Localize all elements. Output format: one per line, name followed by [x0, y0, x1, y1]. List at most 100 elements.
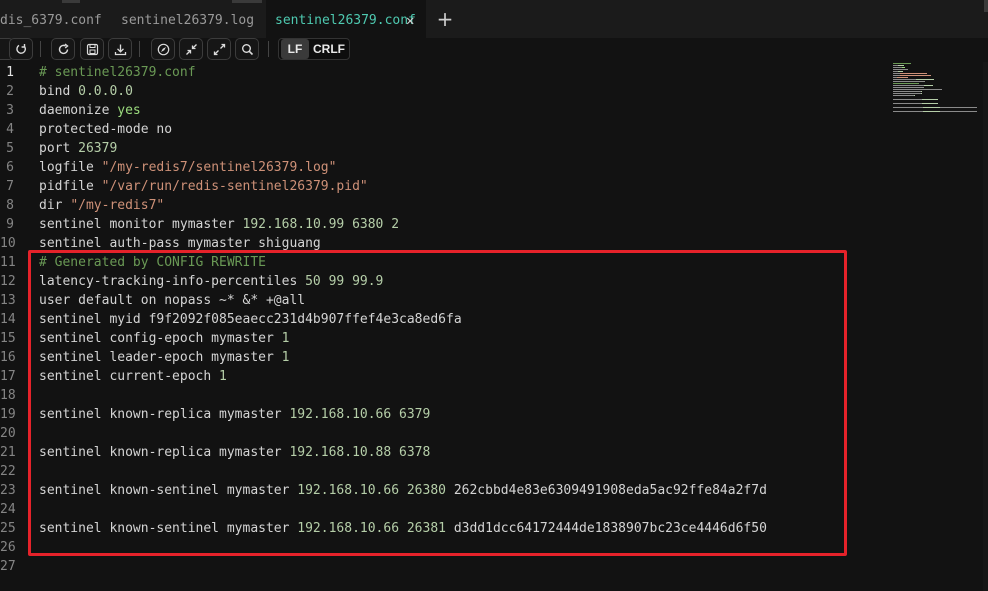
line-number: 6 [6, 160, 14, 175]
minimap-line [893, 85, 924, 86]
line-number: 5 [6, 141, 14, 156]
code-text: # sentinel26379.conf [39, 63, 196, 82]
minimap-line [902, 67, 905, 68]
code-line[interactable]: 1 # sentinel26379.conf [0, 63, 880, 82]
code-token: pidfile [39, 179, 102, 194]
minimap-line [893, 63, 911, 64]
vertical-scrollbar[interactable] [983, 62, 988, 591]
minimap-line [893, 107, 923, 108]
tab-redis-conf[interactable]: dis_6379.conf [0, 0, 102, 38]
tab-label: sentinel26379.conf [275, 13, 416, 28]
tab-scrollbar[interactable] [984, 0, 988, 12]
reload-button[interactable] [51, 38, 75, 60]
code-token: yes [117, 103, 141, 118]
toolbar-separator [40, 41, 41, 57]
tab-label: sentinel26379.log [121, 13, 255, 28]
code-token: 26379 [78, 141, 118, 156]
code-line[interactable]: 7 pidfile "/var/run/redis-sentinel26379.p… [0, 177, 880, 196]
line-number: 2 [6, 84, 14, 99]
minimap-line [900, 73, 927, 74]
tab-sentinel-conf[interactable]: sentinel26379.conf ✕ [266, 0, 426, 38]
line-number: 27 [0, 559, 16, 574]
redo-button[interactable] [9, 38, 33, 60]
minimap-line [893, 87, 924, 88]
tab-indicator [62, 0, 80, 3]
code-token: "/my-redis7" [70, 198, 165, 213]
code-token: 192.168.10.99 6380 2 [242, 217, 400, 232]
search-icon [242, 44, 254, 56]
code-token: sentinel auth-pass mymaster shiguang [39, 236, 321, 251]
code-text: logfile "/my-redis7/sentinel26379.log" [39, 158, 336, 177]
minimap-line [893, 91, 921, 92]
tab-bar: dis_6379.conf sentinel26379.log sentinel… [0, 0, 988, 38]
minimap-line [921, 91, 922, 92]
code-line[interactable]: 27 [0, 557, 880, 576]
minimap[interactable] [893, 62, 988, 122]
code-token: daemonize [39, 103, 118, 118]
reload-icon [58, 43, 69, 55]
code-line[interactable]: 4 protected-mode no [0, 120, 880, 139]
code-line[interactable]: 5 port 26379 [0, 139, 880, 158]
minimap-line [893, 75, 900, 76]
line-number: 19 [0, 407, 16, 422]
code-token: # sentinel26379.conf [39, 65, 196, 80]
minimap-line [940, 107, 977, 108]
minimap-line [914, 95, 915, 96]
new-tab-button[interactable]: + [434, 7, 456, 31]
save-icon [86, 43, 99, 56]
toolbar: LF CRLF [0, 38, 988, 62]
code-token: sentinel monitor mymaster [39, 217, 243, 232]
code-token: logfile [39, 160, 102, 175]
minimap-line [893, 79, 916, 80]
code-line[interactable]: 8 dir "/my-redis7" [0, 196, 880, 215]
tab-label: dis_6379.conf [0, 13, 102, 28]
eol-crlf-option[interactable]: CRLF [313, 39, 345, 59]
compass-button[interactable] [151, 38, 175, 60]
minimap-line [893, 69, 908, 70]
minimap-line [900, 75, 931, 76]
code-line[interactable]: 2 bind 0.0.0.0 [0, 82, 880, 101]
minimap-line [922, 103, 938, 104]
collapse-button[interactable] [179, 38, 203, 60]
toolbar-separator [139, 41, 140, 57]
search-button[interactable] [235, 38, 259, 60]
download-button[interactable] [108, 38, 132, 60]
minimap-line [924, 85, 933, 86]
line-number: 26 [0, 540, 16, 555]
minimap-line [893, 67, 902, 68]
code-token: protected-mode no [39, 122, 173, 137]
tab-indicator [232, 0, 262, 3]
code-token: 0.0.0.0 [78, 84, 133, 99]
expand-button[interactable] [207, 38, 231, 60]
close-icon[interactable]: ✕ [406, 0, 414, 42]
minimap-line [897, 77, 908, 78]
tab-sentinel-log[interactable]: sentinel26379.log [121, 0, 254, 38]
code-text: dir "/my-redis7" [39, 196, 164, 215]
minimap-line [893, 93, 921, 94]
code-text: port 26379 [39, 139, 117, 158]
line-number: 16 [0, 350, 16, 365]
code-line[interactable]: 9 sentinel monitor mymaster 192.168.10.99… [0, 215, 880, 234]
minimap-line [893, 99, 922, 100]
minimap-line [893, 81, 925, 82]
line-number: 13 [0, 293, 16, 308]
minimap-line [893, 73, 900, 74]
code-token: dir [39, 198, 71, 213]
highlight-annotation-box [28, 250, 847, 556]
minimap-line [923, 111, 940, 112]
code-line[interactable]: 3 daemonize yes [0, 101, 880, 120]
minimap-line [893, 111, 923, 112]
line-number: 24 [0, 502, 16, 517]
code-line[interactable]: 6 logfile "/my-redis7/sentinel26379.log" [0, 158, 880, 177]
minimap-line [940, 111, 977, 112]
line-number: 23 [0, 483, 16, 498]
line-number: 8 [6, 198, 14, 213]
save-button[interactable] [80, 38, 104, 60]
code-token: port [39, 141, 79, 156]
eol-lf-option[interactable]: LF [281, 39, 309, 59]
minimap-line [922, 99, 938, 100]
minimap-line [921, 93, 922, 94]
line-number: 25 [0, 521, 16, 536]
line-number: 18 [0, 388, 16, 403]
toolbar-separator [268, 41, 269, 57]
